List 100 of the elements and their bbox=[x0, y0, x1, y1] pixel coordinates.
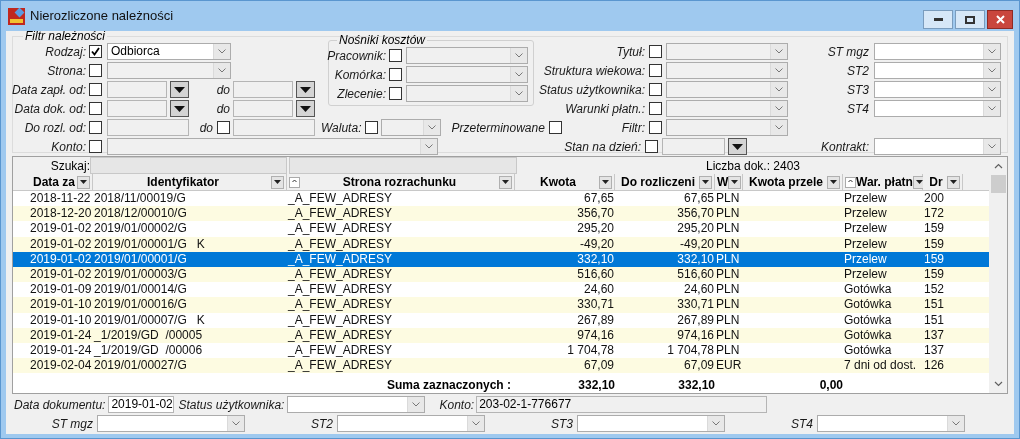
table-row[interactable]: 2019-01-10 2019/01/00016/G _A_FEW_ADRESY 330,71 330,71 PLN Gotówka 151 bbox=[13, 297, 989, 313]
table-cell: _A_FEW_ADRESY bbox=[288, 282, 393, 297]
table-cell: Przelew bbox=[844, 191, 887, 206]
group-title: Nośniki kosztów bbox=[338, 34, 427, 46]
table-row[interactable]: 2018-12-20 2018/12/00010/G _A_FEW_ADRESY 356,70 356,70 PLN Przelew 172 bbox=[13, 206, 989, 222]
table-cell: 159 bbox=[924, 236, 945, 251]
table-cell: 330,71 bbox=[677, 297, 714, 312]
table-cell: 2019-01-10 bbox=[30, 297, 92, 312]
table-cell: 2019/01/00001/G bbox=[94, 251, 187, 266]
table-cell: 2019-01-02 bbox=[30, 221, 92, 236]
table-cell: EUR bbox=[716, 358, 742, 373]
table-cell: PLN bbox=[716, 342, 740, 357]
table-cell: PLN bbox=[716, 312, 740, 327]
table-cell: 152 bbox=[924, 282, 945, 297]
table-cell: 24,60 bbox=[683, 282, 714, 297]
table-cell: 295,20 bbox=[677, 221, 714, 236]
field-label: ST mgz bbox=[827, 43, 869, 61]
field-label: Tytuł: bbox=[616, 43, 645, 61]
table-cell: 137 bbox=[924, 327, 945, 342]
table-cell: 1 704,78 bbox=[667, 342, 714, 357]
column-header[interactable]: Strona rozrachunku bbox=[287, 174, 515, 190]
table-cell: 2018/12/00010/G bbox=[94, 206, 187, 221]
field-label: Strona: bbox=[47, 62, 86, 80]
table-cell: PLN bbox=[716, 267, 740, 282]
document-count: Liczba dok.: 2403 bbox=[705, 157, 801, 175]
field-label: Status użytkownika: bbox=[538, 81, 645, 99]
field-label: Przeterminowane bbox=[451, 119, 545, 137]
table-cell: PLN bbox=[716, 206, 740, 221]
table-cell: Gotówka bbox=[844, 297, 892, 312]
field-label: ST4 bbox=[791, 415, 813, 433]
field-label: Rodzaj: bbox=[45, 43, 86, 61]
table-cell: 7 dni od dost. bbox=[844, 358, 917, 373]
table-cell: Przelew bbox=[844, 251, 887, 266]
table-cell: 974,16 bbox=[577, 327, 614, 342]
column-header[interactable]: W bbox=[715, 174, 743, 190]
text-field[interactable]: 203-02-1-776677 bbox=[476, 396, 768, 413]
field-label: Data zapł. od: bbox=[11, 81, 86, 99]
table-cell: 2019/01/00014/G bbox=[94, 282, 187, 297]
table-cell: 2019-01-09 bbox=[30, 282, 92, 297]
table-cell: PLN bbox=[716, 221, 740, 236]
field-label: Waluta: bbox=[321, 119, 362, 137]
table-cell: 24,60 bbox=[583, 282, 614, 297]
table-cell: Przelew bbox=[844, 221, 887, 236]
table-cell: Gotówka bbox=[844, 342, 892, 357]
field-label: Konto: bbox=[439, 396, 475, 414]
table-cell: 295,20 bbox=[577, 221, 614, 236]
table-cell: 516,60 bbox=[677, 267, 714, 282]
table-cell: 332,10 bbox=[577, 251, 614, 266]
table-cell: 974,16 bbox=[677, 327, 714, 342]
table-cell: _A_FEW_ADRESY bbox=[288, 221, 393, 236]
field-label: do bbox=[216, 100, 230, 118]
column-header[interactable]: Dr bbox=[923, 174, 963, 190]
group-title: Filtr należności bbox=[24, 31, 107, 42]
field-label: ST2 bbox=[311, 415, 333, 433]
table-cell: 151 bbox=[924, 312, 945, 327]
table-cell: Przelew bbox=[844, 236, 887, 251]
table-cell: 67,65 bbox=[683, 191, 714, 206]
table-cell: 67,09 bbox=[583, 358, 614, 373]
table-cell: 159 bbox=[924, 267, 945, 282]
table-cell: 267,89 bbox=[577, 312, 614, 327]
field-label: do bbox=[199, 119, 213, 137]
totals-value: 332,10 bbox=[578, 377, 615, 392]
table-cell: PLN bbox=[716, 236, 740, 251]
table-cell: 267,89 bbox=[677, 312, 714, 327]
table-cell: Przelew bbox=[844, 206, 887, 221]
table-cell: 2019/01/00002/G bbox=[94, 221, 187, 236]
field-label: ST4 bbox=[847, 100, 869, 118]
table-cell: 2019-01-02 bbox=[30, 236, 92, 251]
table-cell: 2018-12-20 bbox=[30, 206, 92, 221]
table-cell: 356,70 bbox=[577, 206, 614, 221]
dropdown-field[interactable]: Odbiorca bbox=[107, 43, 231, 60]
table-cell: 2019-01-02 bbox=[30, 251, 92, 266]
table-cell: 2019-01-24 bbox=[30, 342, 92, 357]
table-cell: Gotówka bbox=[844, 327, 892, 342]
table-cell: 2019-01-02 bbox=[30, 267, 92, 282]
table-cell: 151 bbox=[924, 297, 945, 312]
table-cell: 2019/01/00016/G bbox=[94, 297, 187, 312]
table-cell: 200 bbox=[924, 191, 945, 206]
totals-label: Suma zaznaczonych : bbox=[386, 376, 511, 394]
table-cell: PLN bbox=[716, 327, 740, 342]
table-cell: PLN bbox=[716, 251, 740, 266]
table-cell: _1/2019/GD /00006 bbox=[94, 342, 203, 357]
table-cell: PLN bbox=[716, 297, 740, 312]
table-cell: _1/2019/GD /00005 bbox=[94, 327, 203, 342]
column-header[interactable]: War. płatn bbox=[843, 174, 923, 190]
table-cell: _A_FEW_ADRESY bbox=[288, 267, 393, 282]
field-label: Komórka: bbox=[334, 66, 386, 84]
table-cell: 2019/01/00001/G K bbox=[94, 236, 205, 251]
field-label: ST mgz bbox=[51, 415, 93, 433]
search-label: Szukaj: bbox=[50, 157, 90, 175]
field-label: Warunki płatn.: bbox=[565, 100, 645, 118]
table-cell: 67,09 bbox=[683, 358, 714, 373]
table-row[interactable]: 2019-02-04 2019/01/00027/G _A_FEW_ADRESY 67,09 67,09 EUR 7 dni od dost. 126 bbox=[13, 358, 989, 374]
table-cell: 330,71 bbox=[577, 297, 614, 312]
table-cell: 332,10 bbox=[677, 251, 714, 266]
field-label: Zlecenie: bbox=[337, 85, 386, 103]
text-field[interactable]: 2019-01-02 bbox=[108, 396, 175, 413]
table-cell: 2019/01/00003/G bbox=[94, 267, 187, 282]
table-cell: 2018/11/00019/G bbox=[94, 191, 186, 206]
table-cell: 356,70 bbox=[677, 206, 714, 221]
